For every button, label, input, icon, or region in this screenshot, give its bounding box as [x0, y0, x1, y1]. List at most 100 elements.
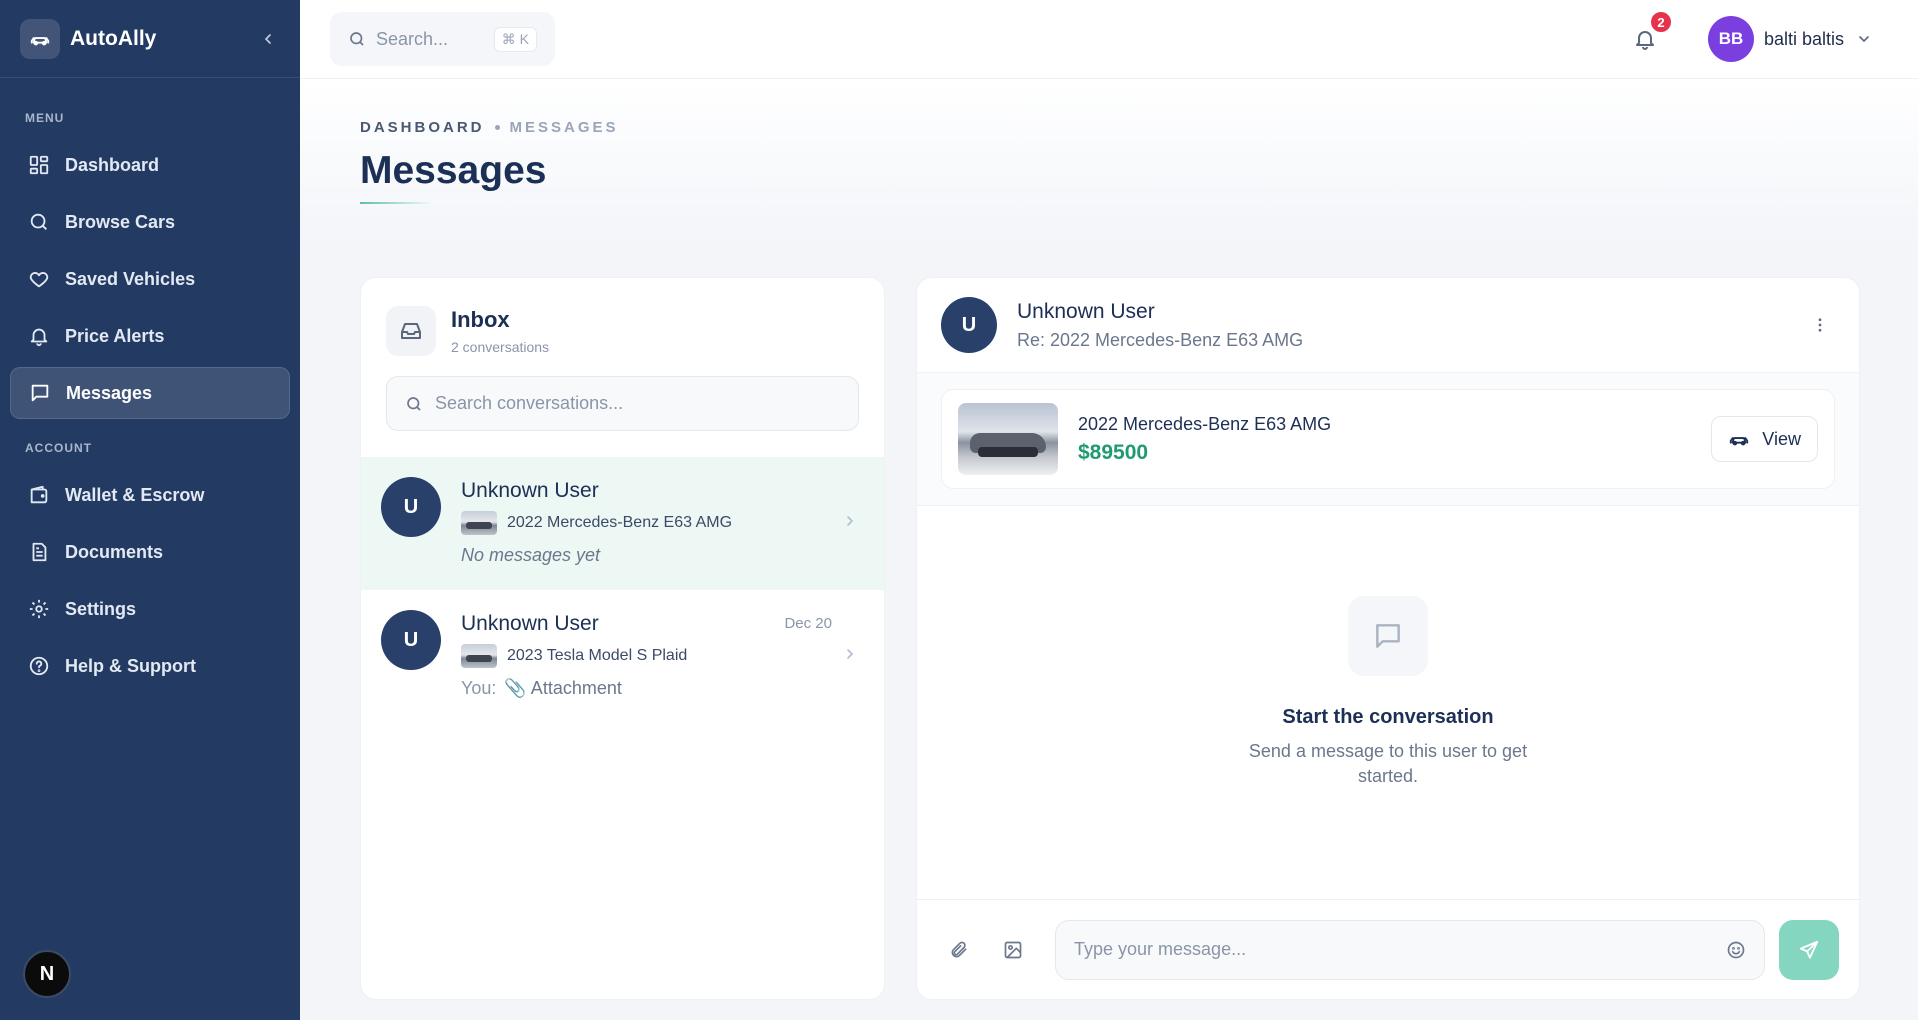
search-icon: [27, 210, 51, 234]
global-search[interactable]: Search... ⌘ K: [330, 12, 555, 66]
user-avatar: BB: [1708, 16, 1754, 62]
global-search-placeholder: Search...: [376, 28, 449, 49]
sidebar-item-label: Browse Cars: [65, 211, 176, 232]
sidebar-item-documents[interactable]: Documents: [10, 526, 290, 578]
gear-icon: [27, 597, 51, 621]
message-icon: [28, 381, 52, 405]
vehicle-bar: 2022 Mercedes-Benz E63 AMG $89500 View: [917, 373, 1859, 506]
user-menu[interactable]: BB balti baltis: [1708, 16, 1872, 62]
collapse-sidebar-icon[interactable]: [256, 27, 280, 51]
sidebar-item-label: Dashboard: [65, 154, 160, 175]
inbox-count: 2 conversations: [451, 339, 550, 355]
sidebar-item-settings[interactable]: Settings: [10, 583, 290, 635]
breadcrumb-separator: [494, 125, 500, 130]
account-nav: Wallet & Escrow Documents Settings Help …: [0, 469, 300, 692]
conversation-list: U Unknown User 2022 Mercedes-Benz E63 AM…: [361, 457, 884, 723]
message-input[interactable]: [1074, 939, 1726, 960]
conversation-car: 2023 Tesla Model S Plaid: [507, 647, 688, 664]
chat-header: U Unknown User Re: 2022 Mercedes-Benz E6…: [917, 278, 1859, 373]
bell-icon: [27, 324, 51, 348]
topbar: Search... ⌘ K 2 BB balti baltis: [300, 0, 1918, 79]
sidebar: AutoAlly MENU Dashboard Browse Cars Save…: [0, 0, 300, 1020]
search-shortcut: ⌘ K: [493, 26, 537, 52]
chat-bubble-icon: [1348, 596, 1428, 676]
conversation-name: Unknown User: [461, 612, 599, 635]
conversation-car: 2022 Mercedes-Benz E63 AMG: [507, 514, 733, 531]
search-icon: [407, 396, 421, 411]
inbox-header: Inbox 2 conversations: [361, 278, 884, 356]
vehicle-card: 2022 Mercedes-Benz E63 AMG $89500 View: [941, 389, 1835, 489]
conversation-last-message: You: 📎 Attachment: [461, 678, 860, 699]
chevron-down-icon: [1859, 36, 1869, 43]
sidebar-item-label: Messages: [66, 382, 153, 403]
send-button[interactable]: [1779, 919, 1839, 980]
last-message-text: 📎 Attachment: [504, 678, 622, 698]
breadcrumb: DASHBOARD MESSAGES: [360, 119, 619, 136]
sidebar-item-messages[interactable]: Messages: [10, 367, 290, 419]
document-icon: [27, 540, 51, 564]
sidebar-item-dashboard[interactable]: Dashboard: [10, 139, 290, 191]
avatar: U: [941, 297, 997, 353]
image-icon[interactable]: [1001, 938, 1025, 962]
inbox-panel: Inbox 2 conversations U Unknown User 202…: [360, 277, 885, 1000]
car-logo-icon[interactable]: [20, 18, 60, 59]
car-thumbnail: [461, 644, 497, 668]
vehicle-image: [958, 403, 1058, 475]
grid-icon: [27, 153, 51, 177]
conversation-name: Unknown User: [461, 479, 599, 502]
framework-badge[interactable]: N: [23, 950, 71, 998]
you-prefix: You:: [461, 678, 497, 698]
page-title: Messages: [360, 149, 547, 192]
conversation-last-message: No messages yet: [461, 545, 601, 565]
empty-state-text: Send a message to this user to get start…: [1248, 741, 1528, 786]
send-icon: [1799, 940, 1819, 959]
avatar: U: [381, 477, 441, 537]
title-underline: [360, 202, 432, 204]
conversation-item[interactable]: U Unknown User Dec 20 2023 Tesla Model S…: [361, 590, 884, 723]
help-icon: [27, 654, 51, 678]
chat-panel: U Unknown User Re: 2022 Mercedes-Benz E6…: [916, 277, 1860, 1000]
breadcrumb-dashboard[interactable]: DASHBOARD: [360, 119, 485, 136]
conversation-search-input[interactable]: [435, 393, 840, 414]
sidebar-item-browse-cars[interactable]: Browse Cars: [10, 196, 290, 248]
sidebar-item-label: Price Alerts: [65, 325, 165, 346]
account-section-label: ACCOUNT: [25, 441, 92, 455]
empty-state-title: Start the conversation: [1282, 706, 1494, 728]
conversation-item[interactable]: U Unknown User 2022 Mercedes-Benz E63 AM…: [361, 457, 884, 590]
chat-contact-name: Unknown User: [1017, 299, 1155, 323]
view-button-label: View: [1762, 428, 1801, 449]
page-header: DASHBOARD MESSAGES Messages: [300, 79, 1918, 249]
car-thumbnail: [461, 511, 497, 535]
sidebar-item-label: Help & Support: [65, 655, 196, 676]
sidebar-item-help-support[interactable]: Help & Support: [10, 640, 290, 692]
view-vehicle-button[interactable]: View: [1711, 416, 1818, 462]
chevron-right-icon: [847, 516, 854, 526]
empty-state: Start the conversation Send a message to…: [917, 596, 1859, 789]
sidebar-item-wallet-escrow[interactable]: Wallet & Escrow: [10, 469, 290, 521]
sidebar-item-label: Documents: [65, 541, 164, 562]
sidebar-item-label: Saved Vehicles: [65, 268, 196, 289]
breadcrumb-messages: MESSAGES: [509, 119, 619, 136]
message-composer: [917, 899, 1859, 999]
brand-name[interactable]: AutoAlly: [70, 27, 256, 51]
user-name: balti baltis: [1764, 28, 1845, 49]
notification-count-badge: 2: [1649, 10, 1673, 34]
sidebar-item-label: Wallet & Escrow: [65, 484, 205, 505]
search-icon: [350, 32, 364, 46]
emoji-icon[interactable]: [1726, 940, 1746, 960]
vehicle-title: 2022 Mercedes-Benz E63 AMG: [1078, 413, 1332, 434]
vehicle-price: $89500: [1078, 440, 1149, 464]
sidebar-item-price-alerts[interactable]: Price Alerts: [10, 310, 290, 362]
chevron-right-icon: [847, 649, 854, 659]
avatar: U: [381, 610, 441, 670]
car-icon: [1730, 437, 1749, 446]
sidebar-item-saved-vehicles[interactable]: Saved Vehicles: [10, 253, 290, 305]
heart-icon: [27, 267, 51, 291]
paperclip-icon[interactable]: [947, 938, 971, 962]
menu-nav: Dashboard Browse Cars Saved Vehicles Pri…: [0, 139, 300, 419]
inbox-title: Inbox: [451, 307, 510, 332]
more-options-icon[interactable]: [1805, 310, 1835, 340]
chat-subject: Re: 2022 Mercedes-Benz E63 AMG: [1017, 329, 1304, 350]
conversation-search[interactable]: [386, 376, 859, 431]
menu-section-label: MENU: [25, 111, 65, 125]
